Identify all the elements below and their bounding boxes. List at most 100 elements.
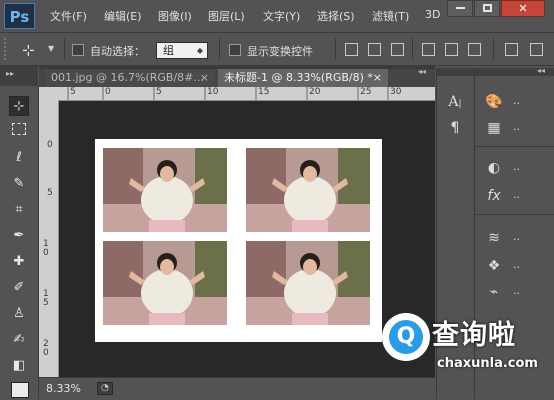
channels-icon[interactable]: ❖ [483, 256, 505, 276]
auto-select-dropdown[interactable]: 组 ◆ [156, 42, 208, 59]
brush-tool-icon[interactable]: ✐ [9, 278, 29, 298]
document-canvas[interactable] [95, 139, 382, 342]
tab-close-icon[interactable]: × [200, 69, 209, 87]
watermark-url: chaxunla.com [437, 356, 538, 371]
menu-layer[interactable]: 图层(L) [208, 8, 245, 24]
dock-header [437, 68, 474, 76]
panel-ellipsis: .. [513, 188, 520, 201]
crop-tool-icon[interactable]: ⌗ [9, 200, 29, 220]
divider [335, 38, 336, 60]
panel-ellipsis: .. [513, 230, 520, 243]
table-icon[interactable]: ▦ [483, 118, 505, 138]
panel-divider [475, 146, 554, 147]
character-icon[interactable]: A| [444, 92, 466, 112]
adjustments-icon[interactable]: ◐ [483, 158, 505, 178]
zoom-level[interactable]: 8.33% [46, 382, 81, 395]
horizontal-ruler: 5 0 5 10 15 20 25 30 [58, 87, 435, 101]
chevron-down-icon[interactable]: ▼ [48, 44, 54, 53]
menu-filter[interactable]: 滤镜(T) [372, 8, 409, 24]
history-brush-tool-icon[interactable]: ✍ [9, 330, 29, 350]
quick-selection-tool-icon[interactable]: ✎ [9, 174, 29, 194]
divider [412, 38, 413, 60]
align-vcenter-icon[interactable] [368, 43, 381, 56]
ruler-left-tick: 1 0 [43, 239, 49, 258]
portrait-photo-image [246, 241, 370, 325]
close-window-button[interactable]: ✕ [501, 0, 545, 17]
tab-001-jpg[interactable]: 001.jpg @ 16.7%(RGB/8#... × [45, 69, 215, 87]
distribute-top-icon[interactable] [505, 43, 518, 56]
close-icon: ✕ [518, 2, 528, 15]
foreground-color-swatch[interactable] [11, 382, 29, 398]
clone-stamp-tool-icon[interactable]: ♙ [9, 304, 29, 324]
panel-divider [475, 214, 554, 215]
ruler-top-tick: 0 [105, 87, 111, 97]
paragraph-icon[interactable]: ¶ [444, 118, 466, 138]
dropdown-arrows-icon: ◆ [196, 46, 203, 55]
photo-top-right[interactable] [246, 148, 370, 232]
maximize-icon [483, 4, 492, 12]
align-right-icon[interactable] [468, 43, 481, 56]
divider [219, 38, 220, 60]
status-bar: 8.33% ◔ [39, 377, 435, 400]
collapse-arrows-icon[interactable]: ▸▸ [6, 69, 14, 78]
photo-bottom-right[interactable] [246, 241, 370, 325]
maximize-button[interactable] [474, 0, 500, 17]
ruler-left-tick: 2 0 [43, 339, 49, 358]
panel-ellipsis: .. [513, 258, 520, 271]
divider [64, 38, 65, 60]
ruler-left-tick: 5 [47, 188, 53, 198]
portrait-photo-image [103, 241, 227, 325]
minimize-icon [456, 7, 465, 9]
ruler-top-tick: 5 [70, 87, 76, 97]
eraser-tool-icon[interactable]: ◧ [9, 356, 29, 376]
auto-select-label: 自动选择： [90, 45, 145, 58]
tab-label: 001.jpg @ 16.7%(RGB/8#... [51, 71, 204, 84]
ruler-top-tick: 20 [309, 87, 321, 97]
portrait-photo-image [246, 148, 370, 232]
ruler-top-tick: 25 [360, 87, 372, 97]
move-tool-preset-icon[interactable]: ⊹ [22, 41, 35, 59]
portrait-photo-image [103, 148, 227, 232]
tab-untitled-1[interactable]: 未标题-1 @ 8.33%(RGB/8) * × [218, 69, 388, 87]
show-transform-label: 显示变换控件 [247, 45, 313, 58]
align-top-icon[interactable] [345, 43, 358, 56]
ruler-top-tick: 5 [156, 87, 162, 97]
show-transform-checkbox[interactable] [229, 44, 241, 56]
ruler-top-tick: 10 [207, 87, 219, 97]
align-hcenter-icon[interactable] [445, 43, 458, 56]
ruler-corner [39, 87, 58, 100]
photo-top-left[interactable] [103, 148, 227, 232]
menu-edit[interactable]: 编辑(E) [104, 8, 142, 24]
ruler-left-tick: 1 5 [43, 289, 49, 308]
marquee-tool-icon[interactable] [9, 122, 29, 142]
menu-type[interactable]: 文字(Y) [263, 8, 300, 24]
menu-image[interactable]: 图像(I) [158, 8, 192, 24]
menu-bar: Ps 文件(F) 编辑(E) 图像(I) 图层(L) 文字(Y) 选择(S) 滤… [0, 0, 554, 33]
collapse-panel-icon[interactable]: ◂◂ [418, 67, 426, 76]
tools-panel: ⊹ ℓ ✎ ⌗ ✒ ✚ ✐ ♙ ✍ ◧ [0, 86, 39, 399]
lasso-tool-icon[interactable]: ℓ [9, 148, 29, 168]
align-bottom-icon[interactable] [391, 43, 404, 56]
layers-icon[interactable]: ≋ [483, 228, 505, 248]
status-info-button[interactable]: ◔ [97, 382, 113, 395]
distribute-vcenter-icon[interactable] [530, 43, 543, 56]
photo-bottom-left[interactable] [103, 241, 227, 325]
menu-3d[interactable]: 3D [425, 8, 440, 21]
menu-file[interactable]: 文件(F) [50, 8, 87, 24]
paths-icon[interactable]: ⌁ [483, 282, 505, 302]
ruler-left-tick: 0 [47, 140, 53, 150]
eyedropper-tool-icon[interactable]: ✒ [9, 226, 29, 246]
menu-select[interactable]: 选择(S) [317, 8, 355, 24]
divider [493, 38, 494, 60]
swatches-icon[interactable]: 🎨 [483, 92, 505, 112]
auto-select-checkbox[interactable] [72, 44, 84, 56]
watermark-text: 查询啦 [432, 320, 516, 351]
ruler-top-tick: 15 [258, 87, 270, 97]
healing-brush-tool-icon[interactable]: ✚ [9, 252, 29, 272]
tab-close-icon[interactable]: × [373, 69, 382, 87]
align-left-icon[interactable] [422, 43, 435, 56]
move-tool-icon[interactable]: ⊹ [9, 96, 29, 116]
collapse-panel-icon[interactable]: ◂◂ [537, 66, 545, 75]
minimize-button[interactable] [447, 0, 473, 17]
fx-icon[interactable]: fx [483, 186, 505, 206]
